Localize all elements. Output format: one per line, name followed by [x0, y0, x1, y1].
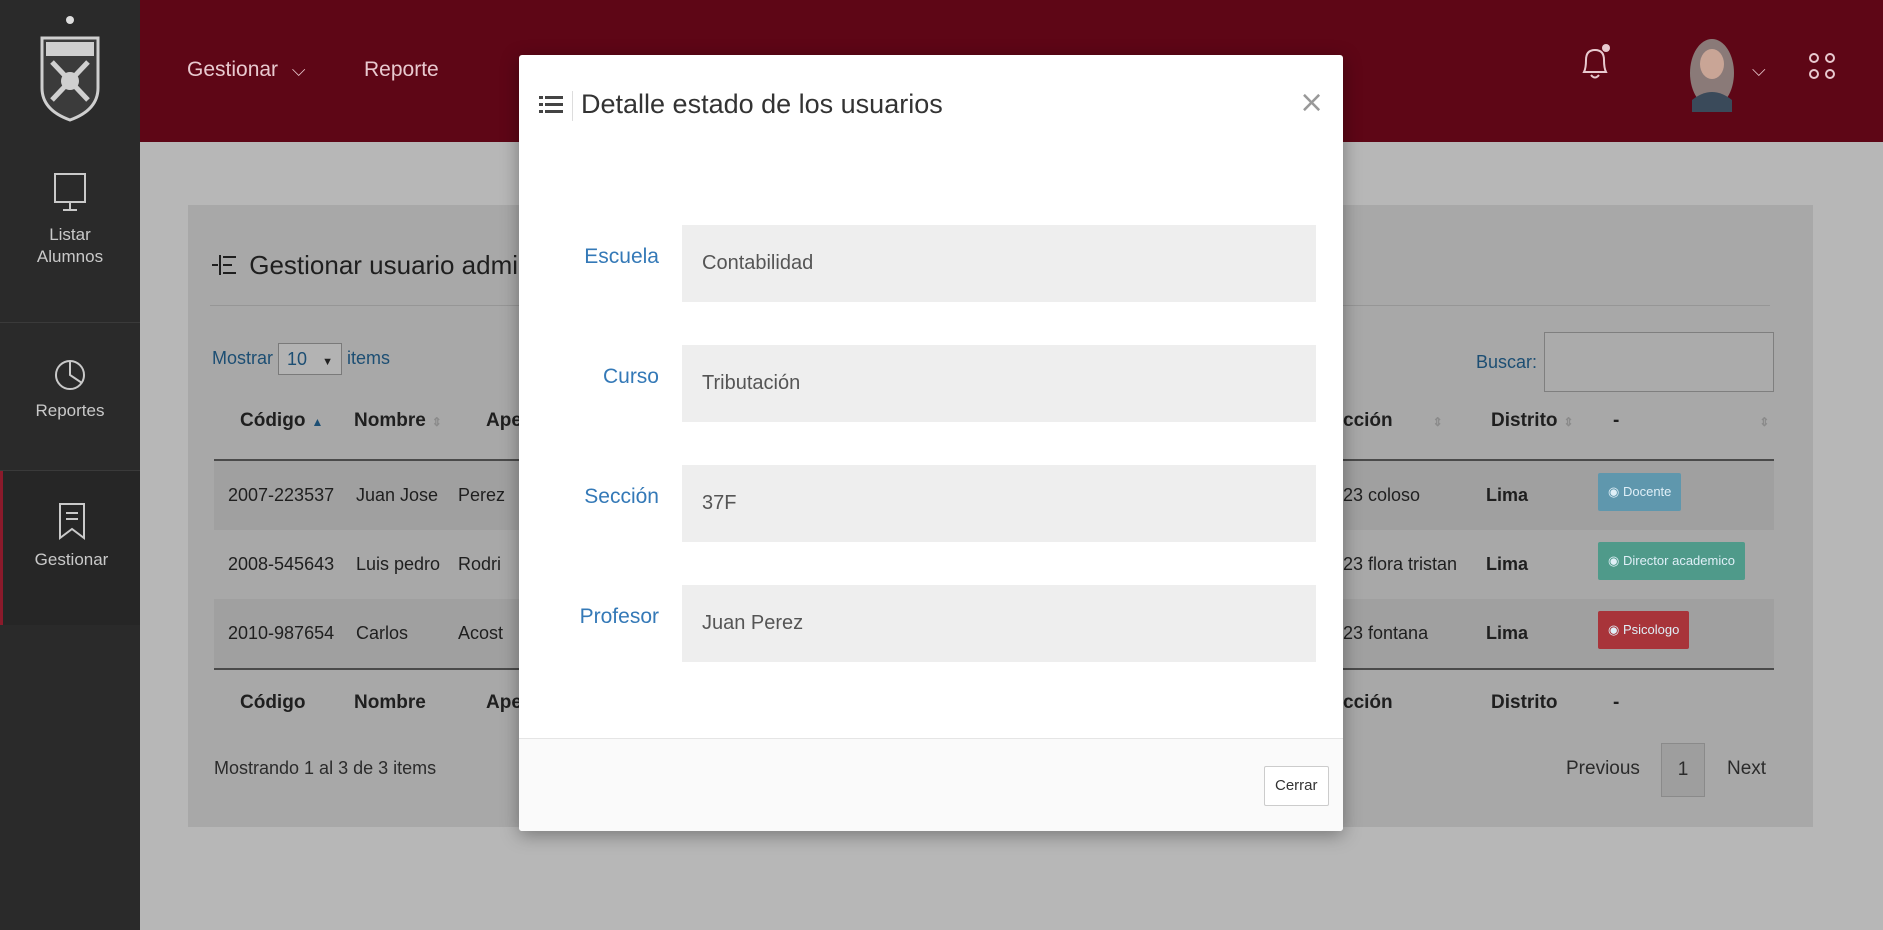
pager-next[interactable]: Next — [1727, 758, 1766, 780]
cell-nombre: Luis pedro — [356, 554, 441, 574]
search-input[interactable] — [1544, 332, 1774, 392]
chevron-down-icon[interactable]: ⌵ — [1752, 60, 1766, 81]
sort-icon: ⇕ — [1563, 415, 1574, 429]
modal-title: Detalle estado de los usuarios — [581, 89, 943, 119]
cell-nombre: Carlos — [356, 623, 409, 643]
sort-icon: ⇕ — [1432, 415, 1443, 429]
sidebar-item-listar-alumnos[interactable]: Listar Alumnos — [0, 172, 140, 268]
sort-icon: ⇕ — [431, 415, 442, 429]
role-badge-psicologo[interactable]: ◉ Psicologo — [1598, 611, 1690, 649]
sort-asc-icon: ▲ — [311, 415, 324, 429]
role-badge-docente[interactable]: ◉ Docente — [1598, 473, 1682, 511]
cell-direccion: 23 coloso — [1343, 485, 1421, 505]
cell-distrito: Lima — [1486, 623, 1529, 643]
column-footer-apellido: Ape — [486, 692, 522, 713]
column-footer-direccion: cción — [1343, 692, 1393, 713]
cell-apellido: Perez — [458, 485, 506, 505]
badge-label: Docente — [1622, 484, 1672, 499]
modal-footer: Cerrar — [519, 738, 1343, 831]
escuela-field[interactable]: Contabilidad — [682, 225, 1316, 302]
badge-label: Director academico — [1622, 553, 1735, 568]
header-label: Distrito — [1491, 410, 1558, 431]
cell-codigo: 2007-223537 — [228, 485, 335, 505]
column-header-nombre[interactable]: Nombre ⇕ — [354, 410, 442, 432]
cell-distrito: Lima — [1486, 554, 1529, 574]
column-header-direccion[interactable]: cción ⇕ — [1343, 410, 1443, 432]
sidebar-item-label: Gestionar — [34, 550, 109, 569]
table-info: Mostrando 1 al 3 de 3 items — [214, 758, 437, 778]
panel-title: Gestionar usuario admin — [210, 250, 533, 281]
buscar-label: Buscar: — [1476, 352, 1538, 372]
page-size-select[interactable]: 10 ▼ — [278, 343, 342, 375]
page-size-value: 10 — [287, 349, 308, 369]
sidebar-item-gestionar[interactable]: Gestionar — [0, 471, 140, 625]
sort-icon: ⇕ — [1759, 415, 1770, 429]
nav-gestionar-label: Gestionar — [187, 58, 279, 81]
cell-direccion: 23 flora tristan — [1343, 554, 1458, 574]
sidebar-item-label: Listar — [49, 225, 91, 244]
cerrar-button[interactable]: Cerrar — [1264, 766, 1329, 806]
pager-page-1[interactable]: 1 — [1661, 743, 1705, 797]
sidebar-divider — [0, 322, 140, 323]
profesor-label: Profesor — [579, 605, 659, 628]
cell-codigo: 2008-545643 — [228, 554, 335, 574]
list-icon — [539, 96, 563, 113]
items-label: items — [346, 347, 390, 368]
header-label: Nombre — [354, 410, 426, 431]
pie-chart-icon — [55, 360, 85, 390]
cell-apellido: Acost — [458, 623, 504, 643]
cell-codigo: 2010-987654 — [228, 623, 335, 643]
header-label: - — [1613, 410, 1620, 431]
sidebar-item-label: Alumnos — [36, 247, 104, 266]
column-header-apellido[interactable]: Ape — [486, 410, 522, 432]
curso-label: Curso — [602, 365, 659, 388]
close-icon[interactable]: × — [1299, 85, 1324, 120]
avatar[interactable] — [1686, 34, 1738, 112]
column-footer-nombre: Nombre — [354, 692, 426, 713]
apps-grid-icon[interactable] — [1808, 52, 1836, 80]
bell-icon[interactable] — [1578, 42, 1612, 82]
sidebar: Listar Alumnos Reportes Gestionar — [0, 0, 140, 930]
role-badge-director[interactable]: ◉ Director academico — [1598, 542, 1745, 580]
bookmark-icon — [58, 503, 85, 540]
detail-modal: Detalle estado de los usuarios × Escuela… — [519, 55, 1343, 831]
nav-reporte[interactable]: Reporte — [364, 58, 439, 82]
sidebar-item-label: Reportes — [35, 401, 105, 420]
panel-title-text: Gestionar usuario admin — [249, 250, 533, 280]
column-footer-distrito: Distrito — [1491, 692, 1558, 713]
seccion-label: Sección — [584, 485, 659, 508]
curso-field[interactable]: Tributación — [682, 345, 1316, 422]
page-size-control: Mostrar 10 ▼ items — [212, 343, 390, 375]
column-footer-codigo: Código — [240, 692, 306, 713]
mostrar-label: Mostrar — [212, 347, 274, 368]
escuela-label: Escuela — [584, 245, 659, 268]
list-tree-icon — [212, 255, 236, 275]
column-header-codigo[interactable]: Código ▲ — [240, 410, 323, 432]
column-header-acciones[interactable]: - ⇕ — [1613, 410, 1769, 432]
monitor-icon — [54, 173, 86, 211]
cell-apellido: Rodri — [458, 554, 502, 574]
column-footer-acciones: - — [1613, 692, 1620, 713]
pager-previous[interactable]: Previous — [1566, 758, 1640, 780]
header-label: Código — [240, 410, 306, 431]
modal-header: Detalle estado de los usuarios × — [519, 55, 1343, 155]
column-header-distrito[interactable]: Distrito ⇕ — [1491, 410, 1574, 432]
university-logo[interactable] — [30, 10, 110, 125]
header-label: cción — [1343, 410, 1393, 431]
seccion-field[interactable]: 37F — [682, 465, 1316, 542]
header-label: Ape — [486, 410, 522, 431]
profesor-field[interactable]: Juan Perez — [682, 585, 1316, 662]
cell-distrito: Lima — [1486, 485, 1529, 505]
sidebar-item-reportes[interactable]: Reportes — [0, 358, 140, 422]
chevron-down-icon: ⌵ — [291, 60, 306, 80]
cell-nombre: Juan Jose — [356, 485, 439, 505]
badge-label: Psicologo — [1622, 622, 1680, 637]
title-separator — [572, 91, 573, 121]
nav-gestionar[interactable]: Gestionar ⌵ — [187, 58, 306, 82]
cell-direccion: 23 fontana — [1343, 623, 1429, 643]
